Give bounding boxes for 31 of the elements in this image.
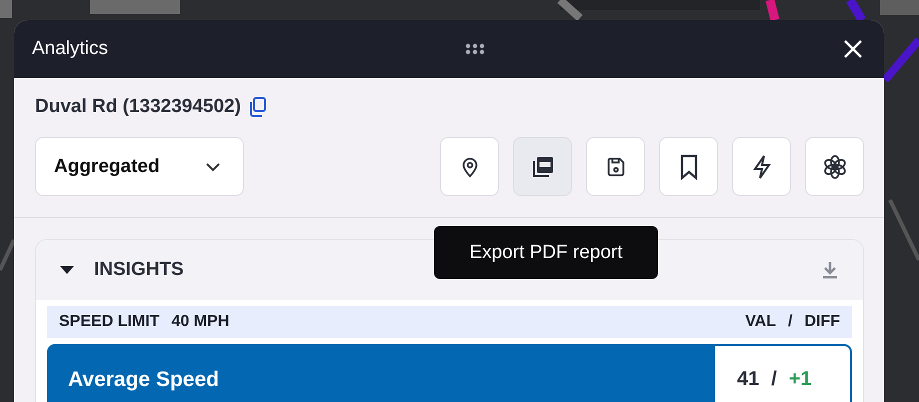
collapse-toggle[interactable] — [60, 266, 74, 274]
separator: / — [771, 368, 777, 392]
tooltip: Export PDF report — [434, 226, 658, 279]
section-title: INSIGHTS — [94, 259, 185, 281]
lightning-icon — [750, 154, 772, 180]
speed-limit-label: SPEED LIMIT — [59, 313, 160, 331]
view-dropdown[interactable]: Aggregated — [35, 137, 244, 196]
chevron-down-icon — [205, 162, 221, 172]
column-header: / — [788, 313, 792, 331]
pdf-file-icon — [530, 154, 554, 178]
metric-diff: +1 — [788, 368, 812, 392]
drag-handle-icon[interactable] — [465, 43, 486, 55]
metric-value: 41 — [737, 368, 760, 392]
toolbar-button[interactable] — [586, 137, 645, 196]
speed-limit-value: 40 MPH — [171, 313, 230, 331]
column-header: VAL — [745, 313, 776, 331]
download-icon[interactable] — [821, 260, 839, 280]
toolbar-button[interactable] — [659, 137, 718, 196]
toolbar-button[interactable] — [513, 137, 572, 196]
metric-name: Average Speed — [67, 367, 220, 393]
triangle-icon — [60, 266, 74, 274]
toolbar-button[interactable] — [440, 137, 499, 196]
copy-icon[interactable] — [248, 97, 267, 117]
toolbar-button[interactable] — [732, 137, 791, 196]
window-title: Analytics — [32, 38, 108, 60]
road-title: Duval Rd (1332394502) — [35, 96, 241, 118]
close-button[interactable] — [842, 38, 864, 60]
column-header: DIFF — [804, 313, 840, 331]
close-icon — [842, 38, 864, 60]
metric-row[interactable]: Average Speed 41 / +1 — [47, 344, 852, 402]
toolbar-button[interactable] — [805, 137, 864, 196]
